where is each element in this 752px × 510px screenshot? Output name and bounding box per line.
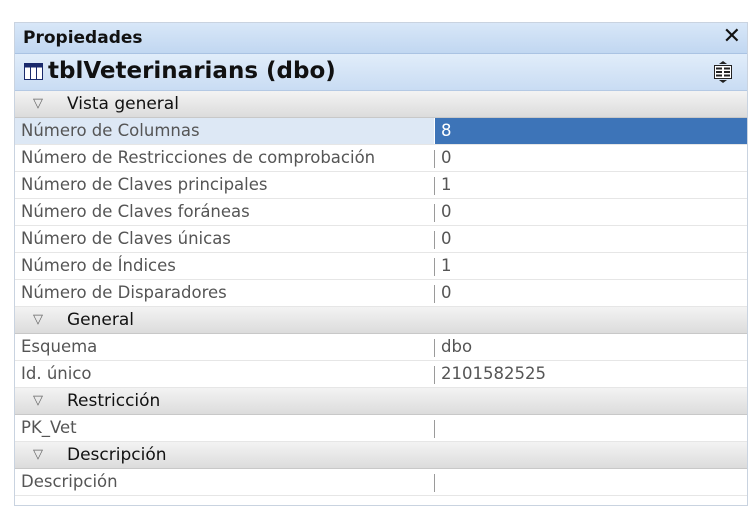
column-separator: [434, 339, 435, 357]
panel-titlebar: Propiedades ✕: [15, 23, 747, 54]
property-pages-icon[interactable]: [713, 61, 733, 87]
section-restriccion[interactable]: ▽ Restricción: [15, 388, 747, 415]
collapse-triangle-icon[interactable]: ▽: [33, 447, 43, 462]
section-vista-general[interactable]: ▽ Vista general: [15, 91, 747, 118]
property-row[interactable]: Esquema dbo: [15, 334, 747, 361]
property-grid: ▽ Vista general Número de Columnas 8 Núm…: [15, 91, 747, 496]
property-value[interactable]: 0: [441, 283, 452, 302]
property-value[interactable]: dbo: [441, 337, 472, 356]
object-header: tblVeterinarians (dbo): [15, 54, 747, 91]
property-value[interactable]: 8: [441, 121, 452, 140]
property-value[interactable]: 1: [441, 175, 452, 194]
property-value[interactable]: 0: [441, 148, 452, 167]
property-row[interactable]: Número de Columnas 8: [15, 118, 747, 145]
property-value[interactable]: 0: [441, 202, 452, 221]
section-title: General: [67, 310, 134, 330]
property-name: Esquema: [21, 337, 98, 356]
property-name: Número de Índices: [21, 256, 176, 275]
collapse-triangle-icon[interactable]: ▽: [33, 393, 43, 408]
property-row[interactable]: Número de Disparadores 0: [15, 280, 747, 307]
section-title: Restricción: [67, 391, 161, 411]
property-name: Descripción: [21, 472, 118, 491]
property-value[interactable]: 1: [441, 256, 452, 275]
column-separator: [434, 366, 435, 384]
column-separator: [434, 420, 435, 438]
property-name: Número de Restricciones de comprobación: [21, 148, 376, 167]
column-separator: [434, 150, 435, 168]
column-separator: [434, 474, 435, 492]
section-title: Descripción: [67, 445, 167, 465]
section-title: Vista general: [67, 94, 179, 114]
property-name: Número de Claves únicas: [21, 229, 231, 248]
property-row[interactable]: Número de Restricciones de comprobación …: [15, 145, 747, 172]
property-row[interactable]: Número de Claves principales 1: [15, 172, 747, 199]
section-descripcion[interactable]: ▽ Descripción: [15, 442, 747, 469]
property-row[interactable]: Número de Índices 1: [15, 253, 747, 280]
column-separator: [434, 258, 435, 276]
table-icon: [24, 63, 43, 84]
close-icon[interactable]: ✕: [723, 24, 741, 50]
property-name: Número de Claves foráneas: [21, 202, 250, 221]
properties-panel: Propiedades ✕ tblVeterinarians (dbo) ▽ V…: [14, 22, 748, 506]
property-row[interactable]: Número de Claves foráneas 0: [15, 199, 747, 226]
column-separator: [434, 231, 435, 249]
property-name: Número de Columnas: [21, 121, 200, 140]
property-name: Número de Disparadores: [21, 283, 227, 302]
property-value[interactable]: 2101582525: [441, 364, 546, 383]
property-row[interactable]: PK_Vet: [15, 415, 747, 442]
collapse-triangle-icon[interactable]: ▽: [33, 312, 43, 327]
panel-title: Propiedades: [23, 28, 143, 48]
value-cell-highlight: [435, 118, 747, 144]
property-row[interactable]: Descripción: [15, 469, 747, 496]
property-value[interactable]: 0: [441, 229, 452, 248]
property-name: PK_Vet: [21, 418, 77, 437]
property-row[interactable]: Número de Claves únicas 0: [15, 226, 747, 253]
collapse-triangle-icon[interactable]: ▽: [33, 96, 43, 111]
column-separator: [434, 285, 435, 303]
section-general[interactable]: ▽ General: [15, 307, 747, 334]
property-name: Id. único: [21, 364, 92, 383]
object-title: tblVeterinarians (dbo): [48, 58, 336, 84]
property-name: Número de Claves principales: [21, 175, 268, 194]
property-row[interactable]: Id. único 2101582525: [15, 361, 747, 388]
column-separator: [434, 177, 435, 195]
column-separator: [434, 204, 435, 222]
